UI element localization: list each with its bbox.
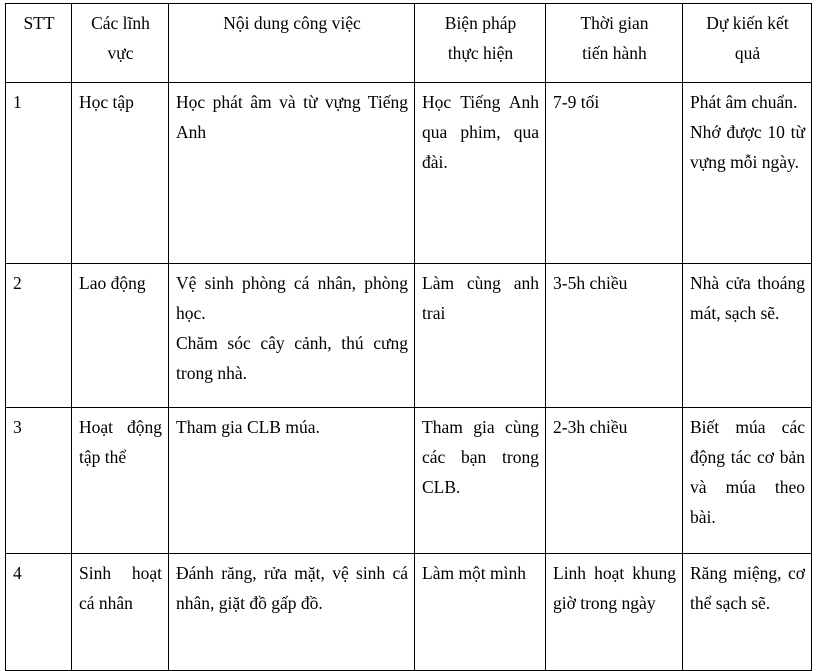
cell-result: Biết múa các động tác cơ bản và múa theo…: [682, 407, 812, 554]
activity-plan-table: STT Các lĩnh vực Nội dung công việc Biện…: [5, 3, 812, 671]
column-header-method-line-2: thực hiện: [447, 43, 514, 64]
header-row: STT Các lĩnh vực Nội dung công việc Biện…: [5, 3, 812, 83]
column-header-stt: STT: [5, 3, 72, 83]
cell-stt: 1: [5, 82, 72, 264]
cell-time: 3-5h chiều: [545, 263, 683, 408]
cell-paragraph: Làm cùng anh trai: [422, 273, 539, 324]
table-row: 4 Sinh hoạt cá nhân Đánh răng, rửa mặt, …: [5, 553, 812, 671]
cell-content: Vệ sinh phòng cá nhân, phòng học. Chăm s…: [168, 263, 415, 408]
cell-method: Làm một mình: [414, 553, 546, 671]
cell-stt: 4: [5, 553, 72, 671]
cell-time: Linh hoạt khung giờ trong ngày: [545, 553, 683, 671]
cell-field: Lao động: [71, 263, 169, 408]
cell-paragraph: Phát âm chuẩn.: [690, 92, 798, 112]
cell-result: Phát âm chuẩn. Nhớ được 10 từ vựng mỗi n…: [682, 82, 812, 264]
column-header-time: Thời gian tiến hành: [545, 3, 683, 83]
table-row: 3 Hoạt động tập thể Tham gia CLB múa. Th…: [5, 407, 812, 554]
column-header-field: Các lĩnh vực: [71, 3, 169, 83]
cell-result: Nhà cửa thoáng mát, sạch sẽ.: [682, 263, 812, 408]
column-header-result-line-1: Dự kiến kết: [706, 13, 789, 33]
table-body: 1 Học tập Học phát âm và từ vựng Tiếng A…: [5, 82, 812, 671]
cell-paragraph: Biết múa các động tác cơ bản và múa theo…: [690, 417, 805, 528]
cell-paragraph: Đánh răng, rửa mặt, vệ sinh cá nhân, giặ…: [176, 563, 408, 614]
cell-method: Học Tiếng Anh qua phim, qua đài.: [414, 82, 546, 264]
column-header-result: Dự kiến kết quả: [682, 3, 812, 83]
cell-content: Đánh răng, rửa mặt, vệ sinh cá nhân, giặ…: [168, 553, 415, 671]
table-row: 2 Lao động Vệ sinh phòng cá nhân, phòng …: [5, 263, 812, 408]
cell-paragraph: Tham gia CLB múa.: [176, 417, 320, 437]
column-header-time-line-1: Thời gian: [580, 13, 649, 33]
cell-stt: 3: [5, 407, 72, 554]
column-header-result-line-2: quả: [734, 43, 761, 64]
cell-field: Hoạt động tập thể: [71, 407, 169, 554]
column-header-stt-line-1: STT: [23, 13, 55, 33]
table-header: STT Các lĩnh vực Nội dung công việc Biện…: [5, 3, 812, 83]
column-header-content: Nội dung công việc: [168, 3, 415, 83]
table-row: 1 Học tập Học phát âm và từ vựng Tiếng A…: [5, 82, 812, 264]
cell-paragraph: Nhớ được 10 từ vựng mỗi ngày.: [690, 122, 805, 173]
cell-stt: 2: [5, 263, 72, 408]
cell-paragraph: 2-3h chiều: [553, 417, 628, 437]
cell-content: Tham gia CLB múa.: [168, 407, 415, 554]
cell-time: 2-3h chiều: [545, 407, 683, 554]
column-header-time-line-2: tiến hành: [582, 43, 647, 64]
cell-field: Sinh hoạt cá nhân: [71, 553, 169, 671]
cell-paragraph: Chăm sóc cây cảnh, thú cưng trong nhà.: [176, 333, 408, 384]
cell-paragraph: Học Tiếng Anh qua phim, qua đài.: [422, 92, 539, 173]
cell-content: Học phát âm và từ vựng Tiếng Anh: [168, 82, 415, 264]
page-canvas: STT Các lĩnh vực Nội dung công việc Biện…: [0, 0, 816, 671]
cell-paragraph: 7-9 tối: [553, 92, 600, 112]
column-header-field-line-1: Các lĩnh: [91, 13, 150, 33]
cell-paragraph: 3-5h chiều: [553, 273, 628, 293]
cell-time: 7-9 tối: [545, 82, 683, 264]
column-header-field-line-2: vực: [107, 43, 134, 64]
cell-result: Răng miệng, cơ thể sạch sẽ.: [682, 553, 812, 671]
cell-paragraph: Răng miệng, cơ thể sạch sẽ.: [690, 563, 805, 614]
cell-paragraph: Học phát âm và từ vựng Tiếng Anh: [176, 92, 408, 143]
cell-method: Tham gia cùng các bạn trong CLB.: [414, 407, 546, 554]
column-header-method-line-1: Biện pháp: [444, 13, 517, 33]
column-header-content-line-1: Nội dung công việc: [223, 13, 361, 33]
cell-field: Học tập: [71, 82, 169, 264]
column-header-method: Biện pháp thực hiện: [414, 3, 546, 83]
cell-paragraph: Vệ sinh phòng cá nhân, phòng học.: [176, 273, 408, 324]
cell-paragraph: Nhà cửa thoáng mát, sạch sẽ.: [690, 273, 805, 324]
cell-paragraph: Làm một mình: [422, 563, 527, 583]
cell-method: Làm cùng anh trai: [414, 263, 546, 408]
cell-paragraph: Tham gia cùng các bạn trong CLB.: [422, 417, 539, 498]
cell-paragraph: Linh hoạt khung giờ trong ngày: [553, 563, 676, 614]
